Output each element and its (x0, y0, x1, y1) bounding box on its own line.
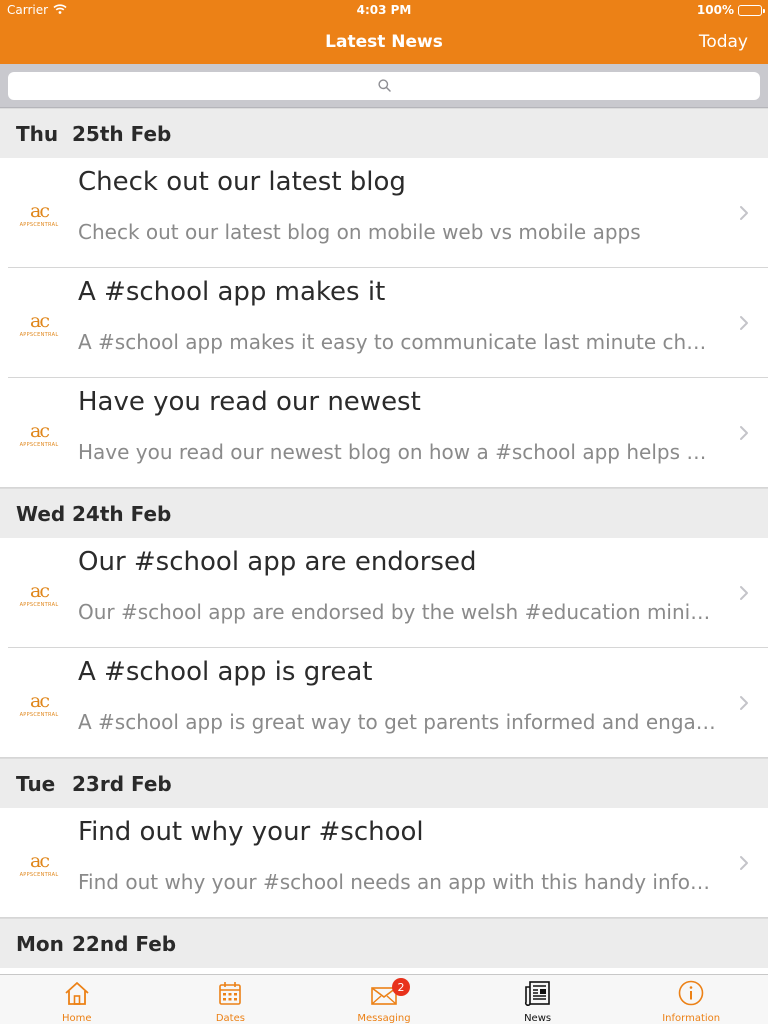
section-date: 24th Feb (72, 501, 172, 526)
unread-badge: 2 (391, 978, 410, 996)
status-time: 4:03 PM (356, 3, 412, 17)
section-date: 22nd Feb (72, 931, 177, 956)
section-header: Thu 25th Feb (0, 108, 768, 158)
news-item-title: Find out why your #school (78, 817, 424, 847)
section-header: Wed 24th Feb (0, 488, 768, 538)
tab-messaging[interactable]: 2 Messaging (307, 975, 461, 1024)
news-item[interactable]: ac APPSCENTRAL Have you read our newest Hav… (0, 378, 768, 488)
news-item-subtitle: Have you read our newest blog on how a #… (78, 440, 718, 464)
search-input[interactable] (8, 72, 760, 100)
battery-percent: 100% (696, 3, 734, 17)
section-day: Wed (16, 501, 66, 526)
news-list[interactable]: Thu 25th Feb ac APPSCENTRAL Check out our la… (0, 108, 768, 974)
news-item-subtitle: Check out our latest blog on mobile web … (78, 220, 641, 244)
apps-central-logo: ac APPSCENTRAL (19, 310, 59, 339)
tab-label: News (524, 1013, 552, 1024)
tab-label: Dates (215, 1013, 245, 1024)
apps-central-logo: ac APPSCENTRAL (19, 580, 59, 609)
calendar-icon (215, 979, 245, 1011)
section-date: 25th Feb (72, 121, 172, 146)
news-item-subtitle: Our #school app are endorsed by the wels… (78, 600, 718, 624)
news-item[interactable]: ac APPSCENTRAL Check out our latest blog Ch… (0, 158, 768, 268)
status-bar: Carrier 4:03 PM 100% (0, 0, 768, 20)
news-item-title: Have you read our newest (78, 387, 421, 417)
news-item-subtitle: A #school app makes it easy to communica… (78, 330, 718, 354)
battery-icon (738, 4, 765, 16)
battery-group: 100% (696, 3, 765, 17)
news-item-title: Check out our latest blog (78, 167, 406, 197)
home-icon (62, 979, 92, 1011)
tab-information[interactable]: Information (614, 975, 768, 1024)
apps-central-logo: ac APPSCENTRAL (19, 420, 59, 449)
chevron-right-icon (740, 856, 748, 870)
tab-news[interactable]: News (461, 975, 615, 1024)
apps-central-logo: ac APPSCENTRAL (19, 690, 59, 719)
tab-label: Messaging (357, 1013, 411, 1024)
search-icon (377, 77, 391, 96)
tab-home[interactable]: Home (0, 975, 154, 1024)
news-item-title: Our #school app are endorsed (78, 547, 477, 577)
search-bar (0, 64, 768, 108)
news-item[interactable]: ac APPSCENTRAL A #school app is great A #sc… (0, 648, 768, 758)
chevron-right-icon (740, 696, 748, 710)
section-header: Tue 23rd Feb (0, 758, 768, 808)
chevron-right-icon (740, 586, 748, 600)
apps-central-logo: ac APPSCENTRAL (19, 200, 59, 229)
apps-central-logo: ac APPSCENTRAL (19, 850, 59, 879)
tab-bar: Home Dates 2 Messaging News Information (0, 974, 768, 1024)
news-item[interactable]: ac APPSCENTRAL Our #school app are endorse… (0, 538, 768, 648)
news-item[interactable]: ac APPSCENTRAL Find out why your #school Fi… (0, 808, 768, 918)
news-item[interactable]: ac APPSCENTRAL A #school app makes it A #sc… (0, 268, 768, 378)
chevron-right-icon (740, 316, 748, 330)
news-item-title: A #school app is great (78, 657, 373, 687)
app-root: Carrier 4:03 PM 100% Latest News Today T… (0, 0, 768, 1024)
section-day: Tue (16, 771, 56, 796)
tab-dates[interactable]: Dates (154, 975, 308, 1024)
navigation-bar: Latest News Today (0, 20, 768, 64)
page-title: Latest News (325, 32, 443, 52)
section-day: Thu (16, 121, 59, 146)
tab-label: Information (662, 1013, 721, 1024)
news-item-title: A #school app makes it (78, 277, 386, 307)
section-date: 23rd Feb (72, 771, 172, 796)
section-day: Mon (16, 931, 64, 956)
tab-label: Home (62, 1013, 92, 1024)
news-item-subtitle: Find out why your #school needs an app w… (78, 870, 718, 894)
chevron-right-icon (740, 206, 748, 220)
today-button[interactable]: Today (699, 32, 748, 52)
top-bar: Carrier 4:03 PM 100% Latest News Today (0, 0, 768, 64)
newspaper-icon (523, 979, 553, 1011)
info-icon (676, 979, 706, 1011)
news-item-subtitle: A #school app is great way to get parent… (78, 710, 716, 734)
section-header: Mon 22nd Feb (0, 918, 768, 968)
chevron-right-icon (740, 426, 748, 440)
